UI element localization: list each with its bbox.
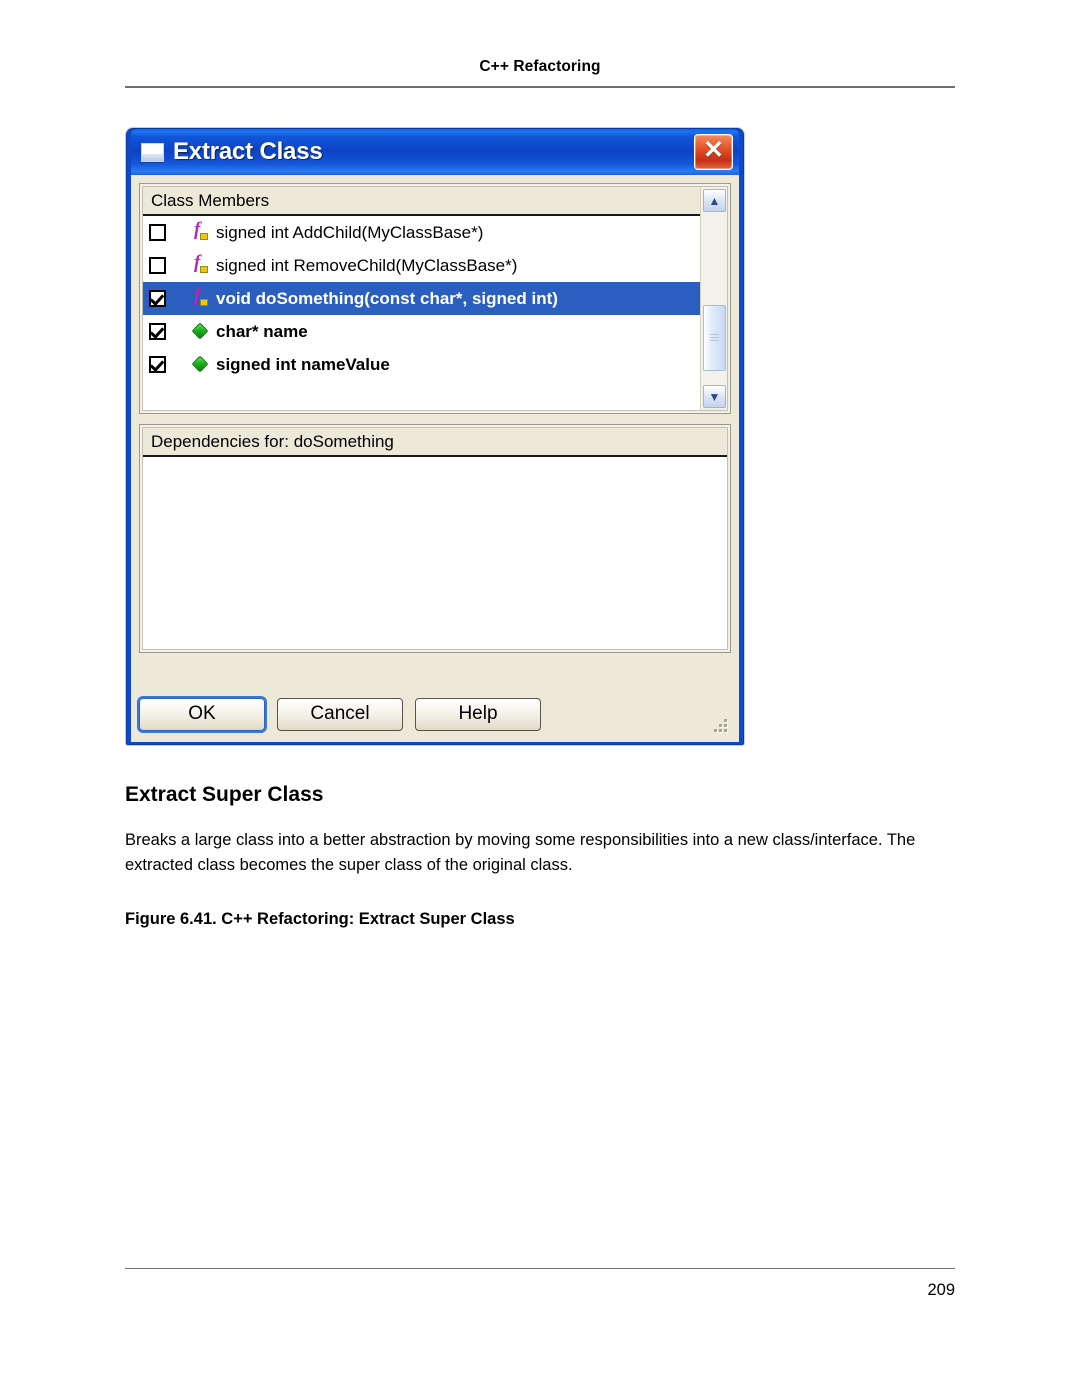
list-item[interactable]: signed int nameValue — [143, 348, 727, 381]
running-header: C++ Refactoring — [479, 58, 601, 75]
list-item[interactable]: char* name — [143, 315, 727, 348]
class-members-panel: Class Members signed int AddChild(MyClas… — [139, 183, 731, 414]
member-checkbox[interactable] — [149, 323, 166, 340]
close-glyph: ✕ — [703, 136, 724, 164]
scroll-up-icon[interactable]: ▲ — [703, 189, 726, 212]
member-checkbox[interactable] — [149, 224, 166, 241]
member-label: signed int AddChild(MyClassBase*) — [216, 222, 484, 242]
figure-caption: Figure 6.41. C++ Refactoring: Extract Su… — [125, 910, 515, 928]
list-item[interactable]: signed int AddChild(MyClassBase*) — [143, 216, 727, 249]
method-icon — [192, 219, 210, 242]
dialog-titlebar[interactable]: Extract Class ✕ — [131, 129, 739, 175]
class-members-inner: Class Members signed int AddChild(MyClas… — [142, 186, 728, 411]
dialog-title: Extract Class — [173, 138, 323, 165]
list-item[interactable]: void doSomething(const char*, signed int… — [143, 282, 727, 315]
scrollbar-grip-icon — [710, 333, 719, 343]
resize-grip-icon[interactable] — [712, 717, 727, 732]
close-icon[interactable]: ✕ — [694, 134, 733, 170]
members-scrollbar[interactable]: ▲ ▼ — [700, 187, 727, 410]
member-checkbox[interactable] — [149, 290, 166, 307]
footer-divider — [125, 1268, 955, 1269]
member-label: signed int RemoveChild(MyClassBase*) — [216, 255, 518, 275]
list-item[interactable]: signed int RemoveChild(MyClassBase*) — [143, 249, 727, 282]
window-icon — [141, 142, 164, 162]
field-icon — [192, 356, 210, 374]
member-checkbox[interactable] — [149, 257, 166, 274]
section-body: Breaks a large class into a better abstr… — [125, 831, 916, 874]
dialog-button-row: OK Cancel Help — [139, 694, 731, 734]
member-label: void doSomething(const char*, signed int… — [216, 288, 558, 308]
extract-class-dialog: Extract Class ✕ Class Members signed int… — [126, 128, 744, 745]
dependencies-panel: Dependencies for: doSomething — [139, 424, 731, 653]
method-icon — [192, 285, 210, 308]
page-number: 209 — [927, 1281, 955, 1299]
member-label: char* name — [216, 321, 308, 341]
dependencies-list[interactable] — [143, 457, 727, 649]
dependencies-inner: Dependencies for: doSomething — [142, 427, 728, 650]
method-icon — [192, 252, 210, 275]
member-checkbox[interactable] — [149, 356, 166, 373]
member-label: signed int nameValue — [216, 354, 390, 374]
section-title: Extract Super Class — [125, 783, 324, 806]
help-button[interactable]: Help — [415, 697, 541, 731]
cancel-button[interactable]: Cancel — [277, 697, 403, 731]
field-icon — [192, 323, 210, 341]
dialog-body: Class Members signed int AddChild(MyClas… — [131, 175, 739, 742]
header-divider — [125, 86, 955, 88]
dependencies-column-header: Dependencies for: doSomething — [143, 428, 727, 457]
ok-button[interactable]: OK — [139, 697, 265, 731]
scroll-down-icon[interactable]: ▼ — [703, 385, 726, 408]
scrollbar-thumb[interactable] — [703, 305, 726, 371]
class-members-list[interactable]: signed int AddChild(MyClassBase*) signed… — [143, 216, 727, 410]
class-members-column-header: Class Members — [143, 187, 727, 216]
